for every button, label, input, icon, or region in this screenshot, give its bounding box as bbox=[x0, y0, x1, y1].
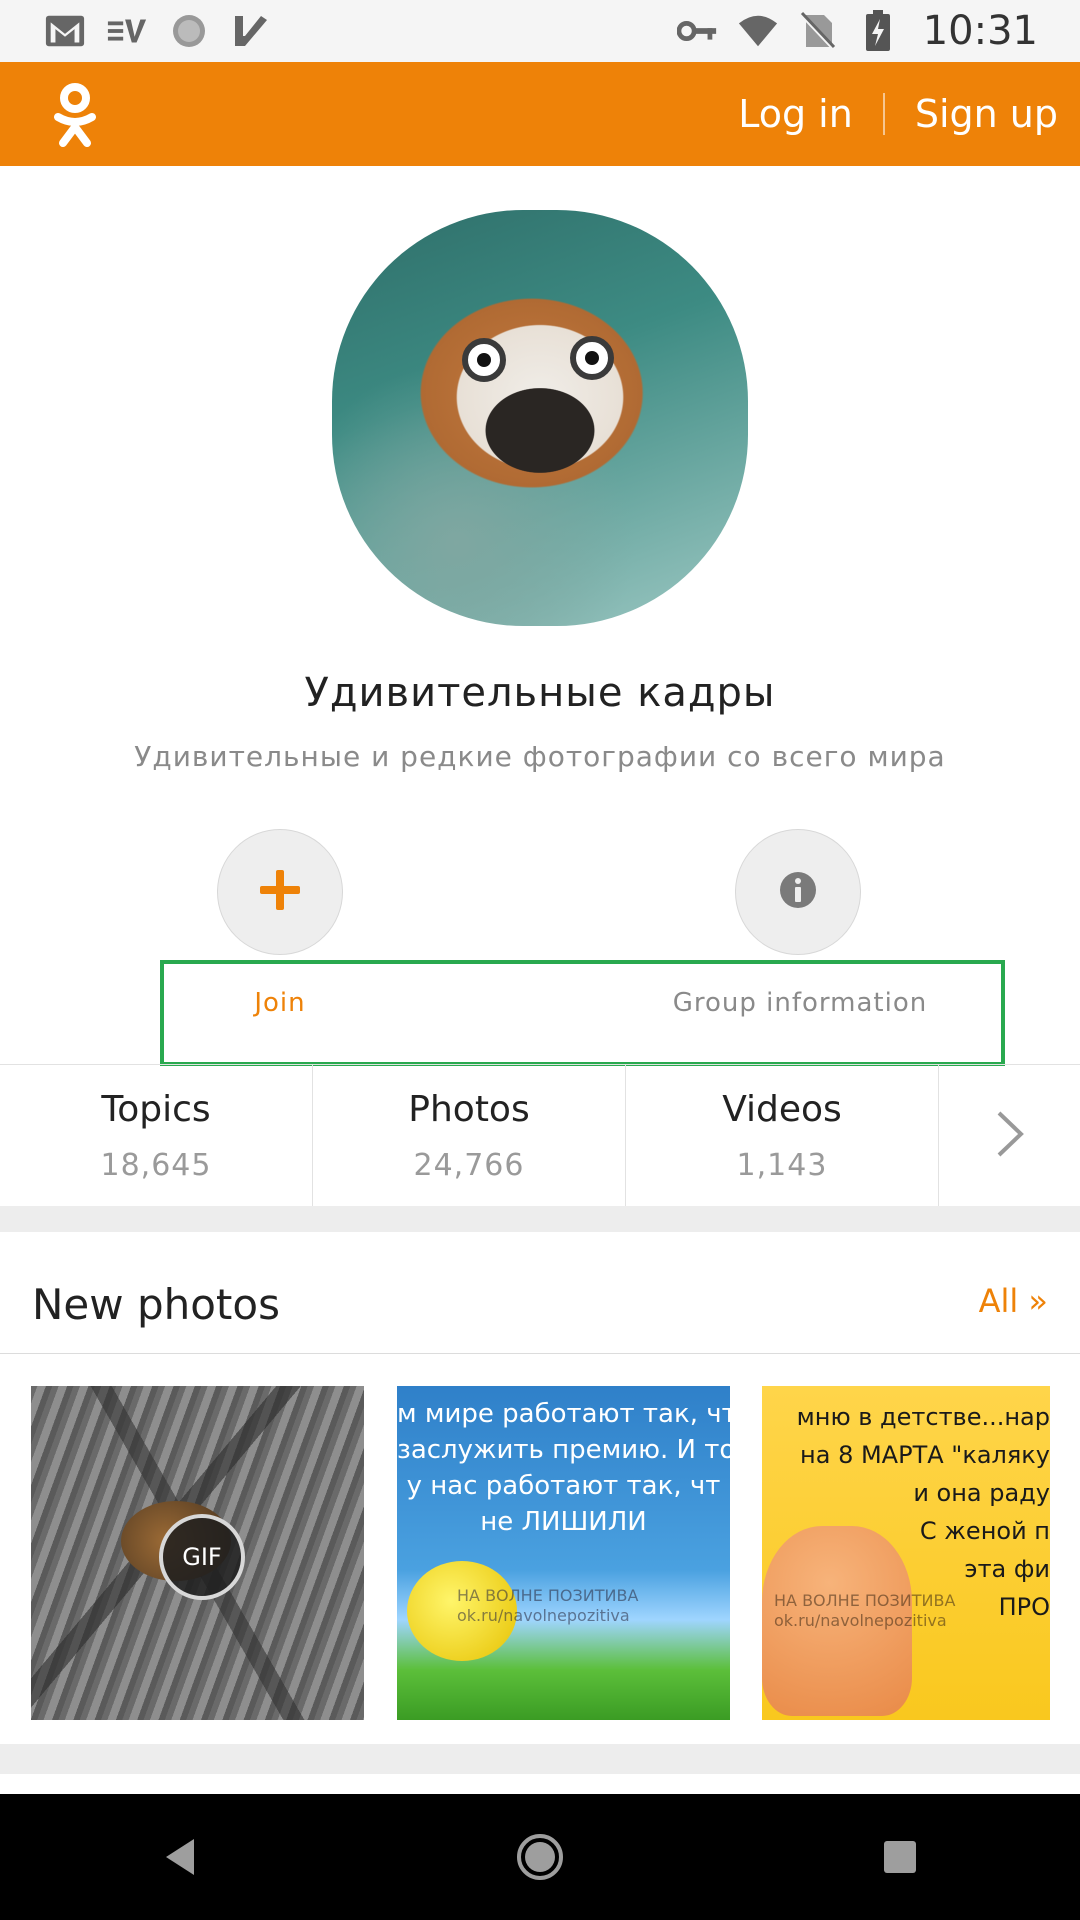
group-info-button[interactable] bbox=[735, 829, 861, 955]
selection-highlight bbox=[160, 960, 1005, 1066]
stat-name: Photos bbox=[408, 1089, 530, 1130]
photo-thumbnail[interactable]: м мире работают так, чт заслужить премию… bbox=[397, 1386, 730, 1720]
home-icon[interactable] bbox=[500, 1817, 580, 1897]
group-title: Удивительные кадры bbox=[304, 670, 776, 716]
stats-more-button[interactable] bbox=[939, 1065, 1080, 1207]
system-nav-bar bbox=[0, 1794, 1080, 1920]
back-icon[interactable] bbox=[140, 1817, 220, 1897]
chevron-right-icon bbox=[995, 1109, 1025, 1163]
stat-count: 18,645 bbox=[100, 1148, 212, 1183]
gmail-icon bbox=[44, 12, 86, 50]
photo-watermark: НА ВОЛНЕ ПОЗИТИВА ok.ru/navolnepozitiva bbox=[457, 1586, 639, 1625]
photo-watermark: НА ВОЛНЕ ПОЗИТИВА ok.ru/navolnepozitiva bbox=[774, 1591, 956, 1630]
photo-caption: м мире работают так, чт заслужить премию… bbox=[397, 1399, 730, 1537]
new-photos-title: New photos bbox=[32, 1280, 280, 1329]
ev-icon bbox=[106, 12, 148, 50]
header-divider bbox=[882, 93, 885, 135]
section-spacer bbox=[0, 1744, 1080, 1774]
group-subtitle: Удивительные и редкие фотографии со всег… bbox=[134, 740, 946, 773]
stat-count: 1,143 bbox=[736, 1148, 828, 1183]
plus-icon bbox=[258, 868, 302, 916]
all-photos-link[interactable]: All » bbox=[979, 1282, 1048, 1320]
sync-icon bbox=[168, 12, 210, 50]
key-icon bbox=[676, 12, 719, 50]
photo-thumbnail[interactable]: GIF bbox=[31, 1386, 364, 1720]
stat-topics[interactable]: Topics 18,645 bbox=[0, 1065, 313, 1207]
gif-badge: GIF bbox=[159, 1514, 245, 1600]
no-sim-icon bbox=[797, 11, 839, 51]
app-header: Log in Sign up bbox=[0, 62, 1080, 166]
check-icon bbox=[230, 12, 272, 50]
stat-count: 24,766 bbox=[413, 1148, 525, 1183]
avatar-eye-left bbox=[462, 338, 506, 382]
join-button[interactable] bbox=[217, 829, 343, 955]
signup-button[interactable]: Sign up bbox=[915, 92, 1058, 136]
section-spacer bbox=[0, 1206, 1080, 1232]
photo-thumbnail[interactable]: мню в детстве...нар на 8 МАРТА "каляку и… bbox=[762, 1386, 1050, 1720]
stat-photos[interactable]: Photos 24,766 bbox=[313, 1065, 626, 1207]
stat-name: Topics bbox=[101, 1089, 211, 1130]
status-bar: 10:31 bbox=[0, 0, 1080, 62]
section-divider bbox=[0, 1353, 1080, 1354]
avatar-eye-right bbox=[570, 336, 614, 380]
wifi-icon bbox=[737, 12, 779, 50]
group-avatar[interactable] bbox=[332, 210, 748, 626]
clock: 10:31 bbox=[922, 8, 1038, 54]
ok-logo-icon[interactable] bbox=[50, 81, 100, 147]
battery-icon bbox=[857, 10, 899, 51]
stats-bar: Topics 18,645 Photos 24,766 Videos 1,143 bbox=[0, 1064, 1080, 1207]
info-icon bbox=[778, 870, 818, 914]
stat-name: Videos bbox=[722, 1089, 842, 1130]
login-button[interactable]: Log in bbox=[738, 92, 853, 136]
stat-videos[interactable]: Videos 1,143 bbox=[626, 1065, 939, 1207]
recents-icon[interactable] bbox=[860, 1817, 940, 1897]
